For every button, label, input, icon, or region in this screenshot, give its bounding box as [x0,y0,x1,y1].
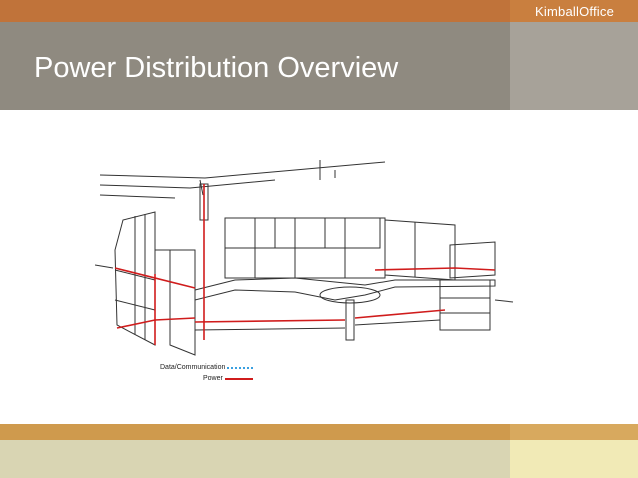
legend-data-row: Data/Communication [160,362,254,373]
brand-secondary: Office [579,4,614,19]
data-line-swatch [227,366,254,369]
workstation-illustration [95,160,514,356]
footer-band [0,440,510,478]
bottom-accent-bar [0,424,510,440]
title-band-right [510,22,638,110]
slide-title: Power Distribution Overview [34,52,399,84]
legend-power-row: Power [160,373,253,384]
legend-data-label: Data/Communication [160,364,226,371]
legend-power-label: Power [203,375,223,382]
footer-band-right [510,440,638,478]
bottom-accent-bar-right [510,424,638,440]
brand-logo: KimballOffice [535,4,614,19]
power-line-swatch [224,377,253,380]
drawing-legend: Data/Communication Power [160,362,254,384]
brand-primary: Kimball [535,4,580,19]
